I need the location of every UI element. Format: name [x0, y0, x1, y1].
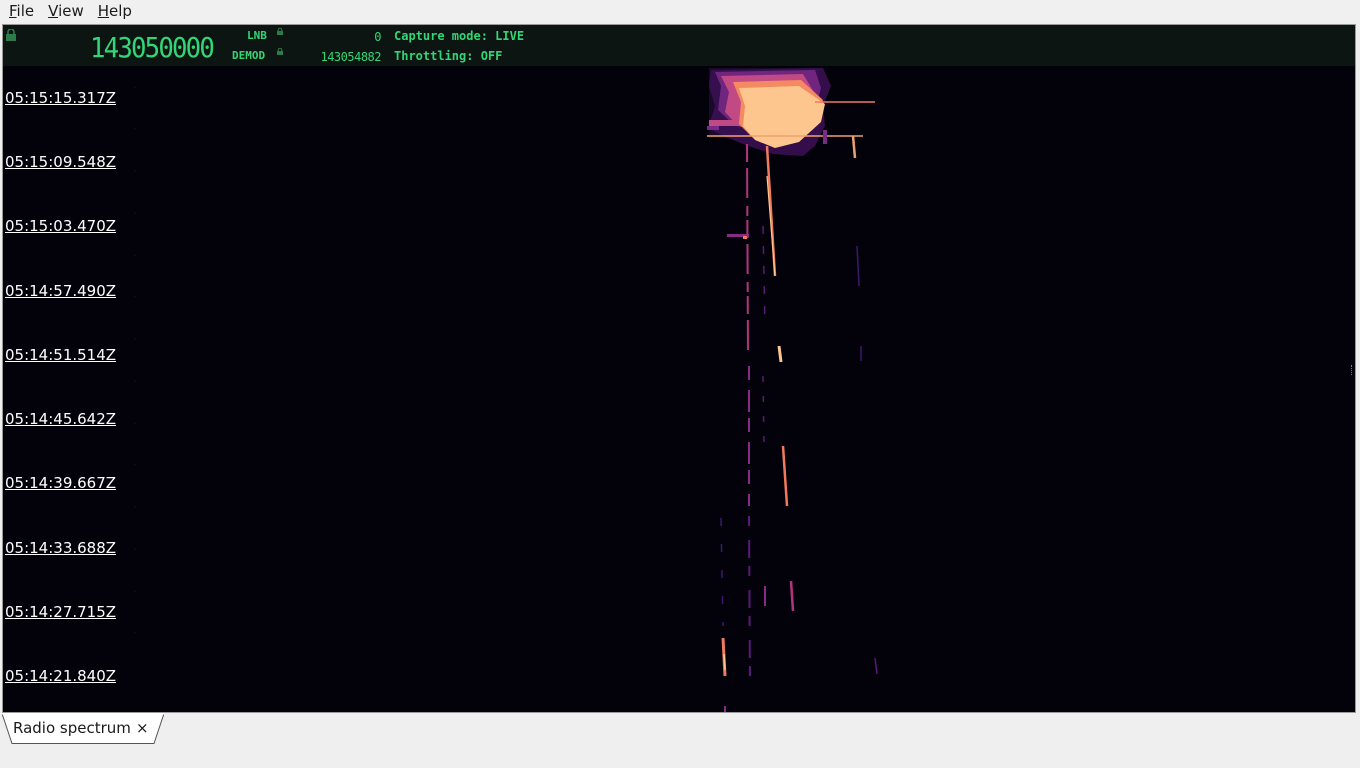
timestamp-axis: 05:15:15.317Z 05:15:09.548Z 05:15:03.470…	[3, 66, 133, 712]
timestamp-label[interactable]: 05:15:15.317Z	[5, 89, 116, 107]
lnb-label: LNB	[247, 29, 267, 42]
timestamp-label[interactable]: 05:14:21.840Z	[5, 667, 116, 685]
demod-frequency-value[interactable]: 143054882	[293, 50, 381, 64]
timestamp-label[interactable]: 05:14:45.642Z	[5, 410, 116, 428]
timestamp-label[interactable]: 05:14:51.514Z	[5, 346, 116, 364]
timestamp-label[interactable]: 05:14:39.667Z	[5, 474, 116, 492]
capture-mode-text: Capture mode: LIVE	[394, 29, 525, 43]
waterfall-display[interactable]	[3, 66, 1355, 713]
tab-label: Radio spectrum	[13, 719, 131, 737]
frequency-status-bar: 143050000 LNB 0 DEMOD 143054882 Capture …	[3, 25, 1355, 66]
lnb-value[interactable]: 0	[303, 30, 381, 44]
tab-close-icon[interactable]: ×	[136, 718, 149, 738]
menu-file[interactable]: File	[0, 0, 39, 22]
timestamp-label[interactable]: 05:14:27.715Z	[5, 603, 116, 621]
menu-view-label: iew	[58, 2, 84, 20]
menu-bar: File View Help	[0, 0, 1360, 22]
menu-help-label: elp	[109, 2, 132, 20]
menu-help-accel: H	[97, 2, 110, 20]
lnb-lock-icon[interactable]	[277, 28, 283, 35]
tab-bar: Radio spectrum ×	[0, 713, 1360, 768]
demod-lock-icon[interactable]	[277, 48, 283, 55]
lock-icon[interactable]	[6, 29, 16, 41]
timestamp-label[interactable]: 05:15:09.548Z	[5, 153, 116, 171]
menu-file-label: ile	[16, 2, 35, 20]
throttling-text: Throttling: OFF	[394, 49, 503, 63]
tab-radio-spectrum[interactable]: Radio spectrum ×	[2, 713, 164, 744]
main-frequency-display[interactable]: 143050000	[90, 31, 217, 65]
demod-label: DEMOD	[232, 49, 266, 62]
spectrum-panel: 143050000 LNB 0 DEMOD 143054882 Capture …	[2, 24, 1356, 713]
timestamp-label[interactable]: 05:14:57.490Z	[5, 282, 116, 300]
menu-file-accel: F	[9, 2, 17, 20]
resize-grip[interactable]	[1351, 365, 1354, 375]
menu-view-accel: V	[48, 2, 59, 20]
menu-help[interactable]: Help	[89, 0, 137, 22]
menu-view[interactable]: View	[39, 0, 89, 22]
timestamp-label[interactable]: 05:14:33.688Z	[5, 539, 116, 557]
timestamp-label[interactable]: 05:15:03.470Z	[5, 217, 116, 235]
